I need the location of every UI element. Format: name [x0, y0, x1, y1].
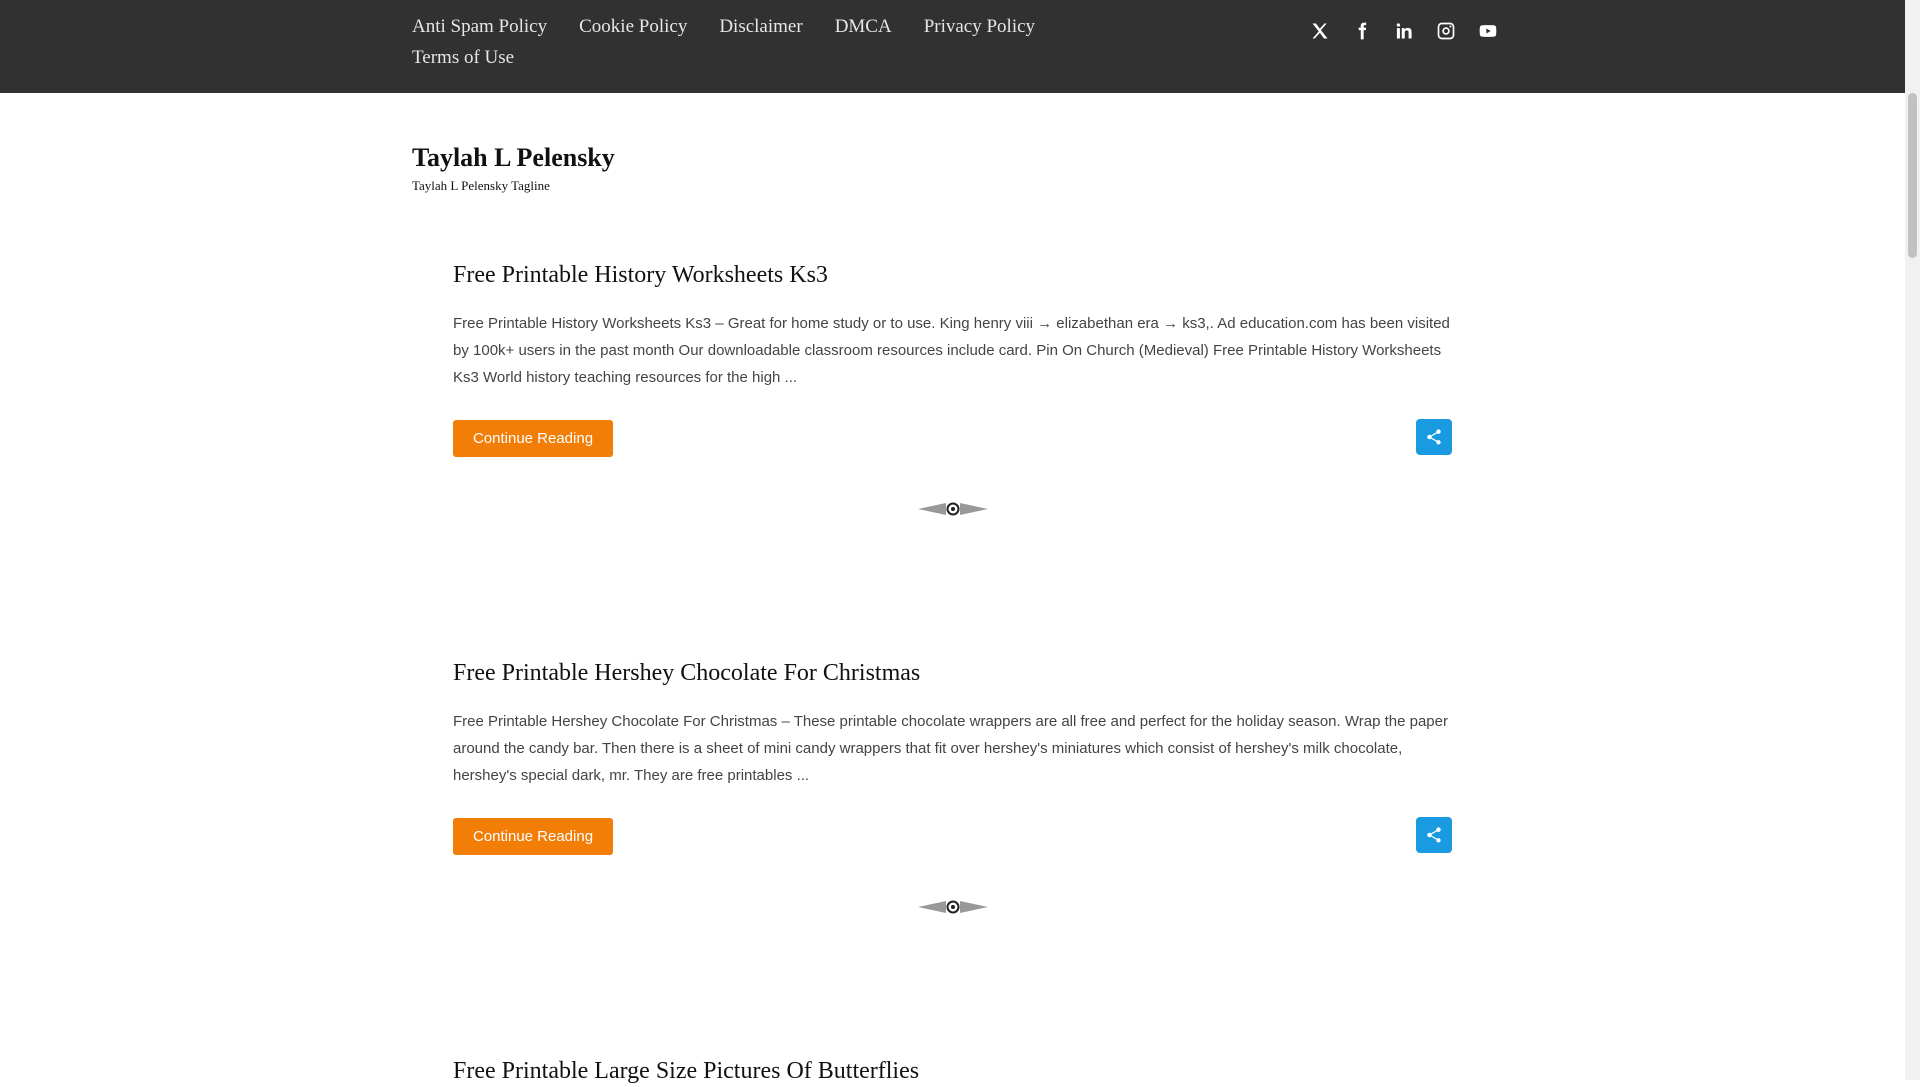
nav-link-cookie-policy[interactable]: Cookie Policy — [579, 14, 687, 39]
section-divider-ornament — [918, 900, 988, 914]
youtube-icon[interactable] — [1477, 17, 1499, 45]
share-button[interactable] — [1416, 817, 1452, 853]
continue-reading-button[interactable]: Continue Reading — [453, 420, 613, 457]
x-icon[interactable] — [1309, 17, 1331, 45]
top-bar: Anti Spam Policy Cookie Policy Disclaime… — [0, 0, 1905, 93]
nav-link-privacy-policy[interactable]: Privacy Policy — [924, 14, 1035, 39]
share-icon — [1427, 827, 1441, 843]
post-article: Free Printable History Worksheets Ks3 Fr… — [453, 259, 1452, 539]
post-excerpt: Free Printable History Worksheets Ks3 – … — [453, 315, 1450, 386]
post-title[interactable]: Free Printable History Worksheets Ks3 — [453, 259, 1452, 291]
section-divider-ornament — [918, 502, 988, 516]
nav-link-disclaimer[interactable]: Disclaimer — [719, 14, 802, 39]
linkedin-icon[interactable] — [1393, 17, 1415, 45]
page-scrollbar[interactable] — [1905, 0, 1920, 1080]
nav-link-dmca[interactable]: DMCA — [835, 14, 892, 39]
scrollbar-thumb[interactable] — [1908, 93, 1917, 258]
post-article: Free Printable Large Size Pictures Of Bu… — [453, 1055, 1452, 1084]
nav-link-terms-of-use[interactable]: Terms of Use — [412, 45, 514, 70]
nav-link-anti-spam-policy[interactable]: Anti Spam Policy — [412, 14, 547, 39]
post-title[interactable]: Free Printable Hershey Chocolate For Chr… — [453, 657, 1452, 689]
post-title[interactable]: Free Printable Large Size Pictures Of Bu… — [453, 1055, 1452, 1087]
instagram-icon[interactable] — [1435, 17, 1457, 45]
site-title[interactable]: Taylah L Pelensky — [412, 143, 615, 173]
site-tagline: Taylah L Pelensky Tagline — [412, 178, 550, 193]
facebook-icon[interactable] — [1351, 17, 1373, 45]
post-article: Free Printable Hershey Chocolate For Chr… — [453, 657, 1452, 937]
share-icon — [1427, 429, 1441, 445]
post-excerpt: Free Printable Hershey Chocolate For Chr… — [453, 713, 1448, 784]
continue-reading-button[interactable]: Continue Reading — [453, 818, 613, 855]
social-links — [1309, 17, 1499, 45]
share-button[interactable] — [1416, 419, 1452, 455]
top-navigation: Anti Spam Policy Cookie Policy Disclaime… — [412, 14, 1042, 70]
